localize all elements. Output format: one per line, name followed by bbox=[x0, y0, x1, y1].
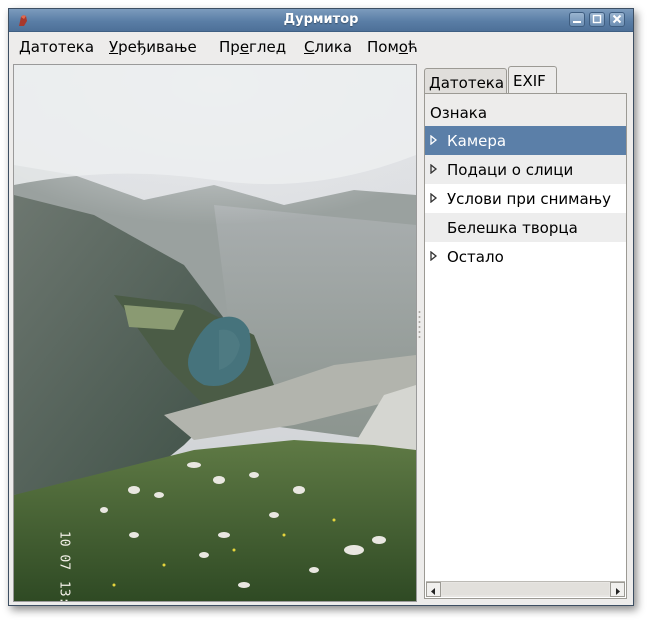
menu-bar: Датотека Уређивање Преглед Слика Помоћ bbox=[9, 32, 633, 60]
menu-help[interactable]: Помоћ bbox=[367, 38, 418, 56]
sidebar: Датотека EXIF Ознака Камера Подаци о сли… bbox=[422, 64, 629, 600]
scroll-right-button[interactable] bbox=[610, 582, 625, 597]
photo-time-stamp: 13:24 bbox=[56, 580, 72, 602]
expander-arrow-icon[interactable] bbox=[430, 251, 438, 261]
expander-arrow-icon[interactable] bbox=[430, 164, 438, 174]
arrow-right-icon bbox=[616, 588, 620, 595]
horizontal-scrollbar[interactable] bbox=[426, 581, 625, 597]
image-viewer[interactable]: 10 07 13:24 bbox=[13, 64, 417, 602]
close-icon bbox=[612, 14, 622, 24]
menu-view[interactable]: Преглед bbox=[219, 38, 286, 56]
tree-row-label: Белешка творца bbox=[447, 219, 578, 237]
maximize-button[interactable] bbox=[589, 12, 605, 27]
menu-edit[interactable]: Уређивање bbox=[109, 38, 197, 56]
tree-row-shooting-conditions[interactable]: Услови при снимању bbox=[425, 184, 626, 213]
scroll-left-button[interactable] bbox=[426, 582, 441, 597]
tree-row-label: Остало bbox=[447, 248, 504, 266]
app-window: Дурмитор Датотека Уређивање Преглед Слик… bbox=[8, 8, 634, 606]
expander-arrow-icon[interactable] bbox=[430, 135, 438, 145]
menu-image[interactable]: Слика bbox=[304, 38, 352, 56]
window-title: Дурмитор bbox=[283, 12, 359, 27]
photo-timestamp: 10 07 13:24 bbox=[54, 531, 82, 602]
expander-arrow-icon[interactable] bbox=[430, 193, 438, 203]
scrollbar-thumb[interactable] bbox=[442, 583, 609, 595]
tab-file[interactable]: Датотека bbox=[424, 68, 507, 93]
tree-row-other[interactable]: Остало bbox=[425, 242, 626, 271]
tree-row-maker-note[interactable]: Белешка творца bbox=[425, 213, 626, 242]
menu-file[interactable]: Датотека bbox=[19, 38, 94, 56]
close-button[interactable] bbox=[609, 12, 625, 27]
minimize-button[interactable] bbox=[569, 12, 585, 27]
title-bar[interactable]: Дурмитор bbox=[9, 9, 633, 32]
tree-row-image-data[interactable]: Подаци о слици bbox=[425, 155, 626, 184]
tree-row-label: Камера bbox=[447, 132, 507, 150]
maximize-icon bbox=[592, 14, 602, 24]
arrow-left-icon bbox=[431, 588, 435, 595]
tree-row-camera[interactable]: Камера bbox=[425, 126, 626, 155]
tree-row-label: Подаци о слици bbox=[447, 161, 574, 179]
minimize-icon bbox=[573, 21, 581, 23]
exif-panel: Ознака Камера Подаци о слици Услови при … bbox=[424, 93, 627, 599]
tab-exif[interactable]: EXIF bbox=[508, 66, 557, 93]
tree-row-label: Услови при снимању bbox=[447, 190, 612, 208]
mountain-lake-photo bbox=[14, 65, 416, 601]
pane-splitter-handle[interactable] bbox=[418, 309, 421, 349]
column-header-tag[interactable]: Ознака bbox=[425, 94, 626, 126]
